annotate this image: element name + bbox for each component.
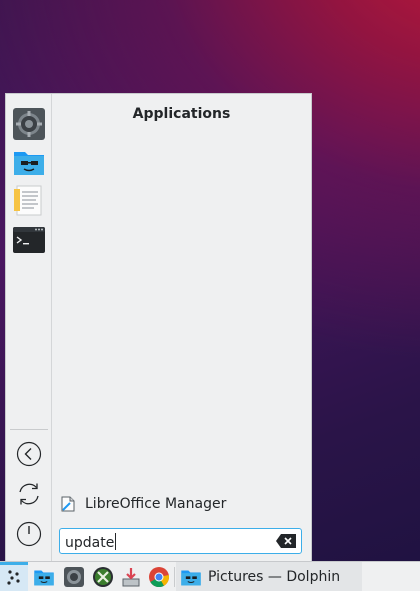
shutdown-button[interactable] (16, 521, 42, 547)
favorites-separator (10, 429, 48, 430)
dolphin-folder-icon (181, 570, 201, 586)
back-icon (16, 441, 42, 467)
kickoff-icon (7, 570, 20, 585)
search-result-label: LibreOffice Manager (85, 496, 227, 512)
dolphin-folder-icon (34, 570, 54, 586)
search-text: update (65, 533, 117, 551)
text-caret (115, 533, 117, 550)
installer-icon (122, 568, 140, 587)
favorite-konsole[interactable] (12, 223, 46, 257)
application-launcher-button[interactable] (0, 562, 28, 591)
power-icon (16, 521, 42, 547)
application-launcher: Applications LibreOffice Manager update (5, 93, 312, 561)
terminal-icon (13, 227, 45, 253)
section-title: Applications (132, 106, 231, 122)
chrome-icon (149, 567, 170, 588)
taskbar-dolphin-launcher[interactable] (30, 562, 58, 591)
crossover-icon (93, 567, 113, 587)
taskbar-crossover-launcher[interactable] (89, 562, 117, 591)
taskbar-chrome-launcher[interactable] (145, 562, 173, 591)
clear-search-button[interactable] (275, 533, 297, 549)
favorite-text-editor[interactable] (12, 183, 46, 217)
libreoffice-icon (61, 496, 75, 512)
dolphin-folder-icon (14, 152, 44, 175)
search-field[interactable]: update (59, 528, 302, 554)
taskbar-installer-launcher[interactable] (117, 562, 145, 591)
active-indicator (0, 562, 28, 565)
backspace-clear-icon (276, 534, 296, 548)
launcher-main-area: Applications LibreOffice Manager update (52, 94, 311, 561)
favorites-column (6, 94, 52, 561)
system-settings-icon (13, 108, 45, 140)
back-button[interactable] (16, 441, 42, 467)
search-input-value: update (65, 535, 115, 551)
taskbar-system-settings-launcher[interactable] (60, 562, 88, 591)
taskbar-separator (174, 567, 175, 587)
task-dolphin-window[interactable]: Pictures — Dolphin (176, 562, 362, 591)
task-label: Pictures — Dolphin (208, 569, 341, 585)
refresh-icon (19, 483, 39, 505)
taskbar: Pictures — Dolphin (0, 561, 420, 591)
favorite-system-settings[interactable] (12, 107, 46, 141)
text-editor-icon (14, 185, 42, 216)
system-settings-icon (64, 567, 84, 587)
search-result-item[interactable]: LibreOffice Manager (60, 492, 303, 516)
restart-button[interactable] (16, 481, 42, 507)
favorite-dolphin[interactable] (12, 145, 46, 179)
